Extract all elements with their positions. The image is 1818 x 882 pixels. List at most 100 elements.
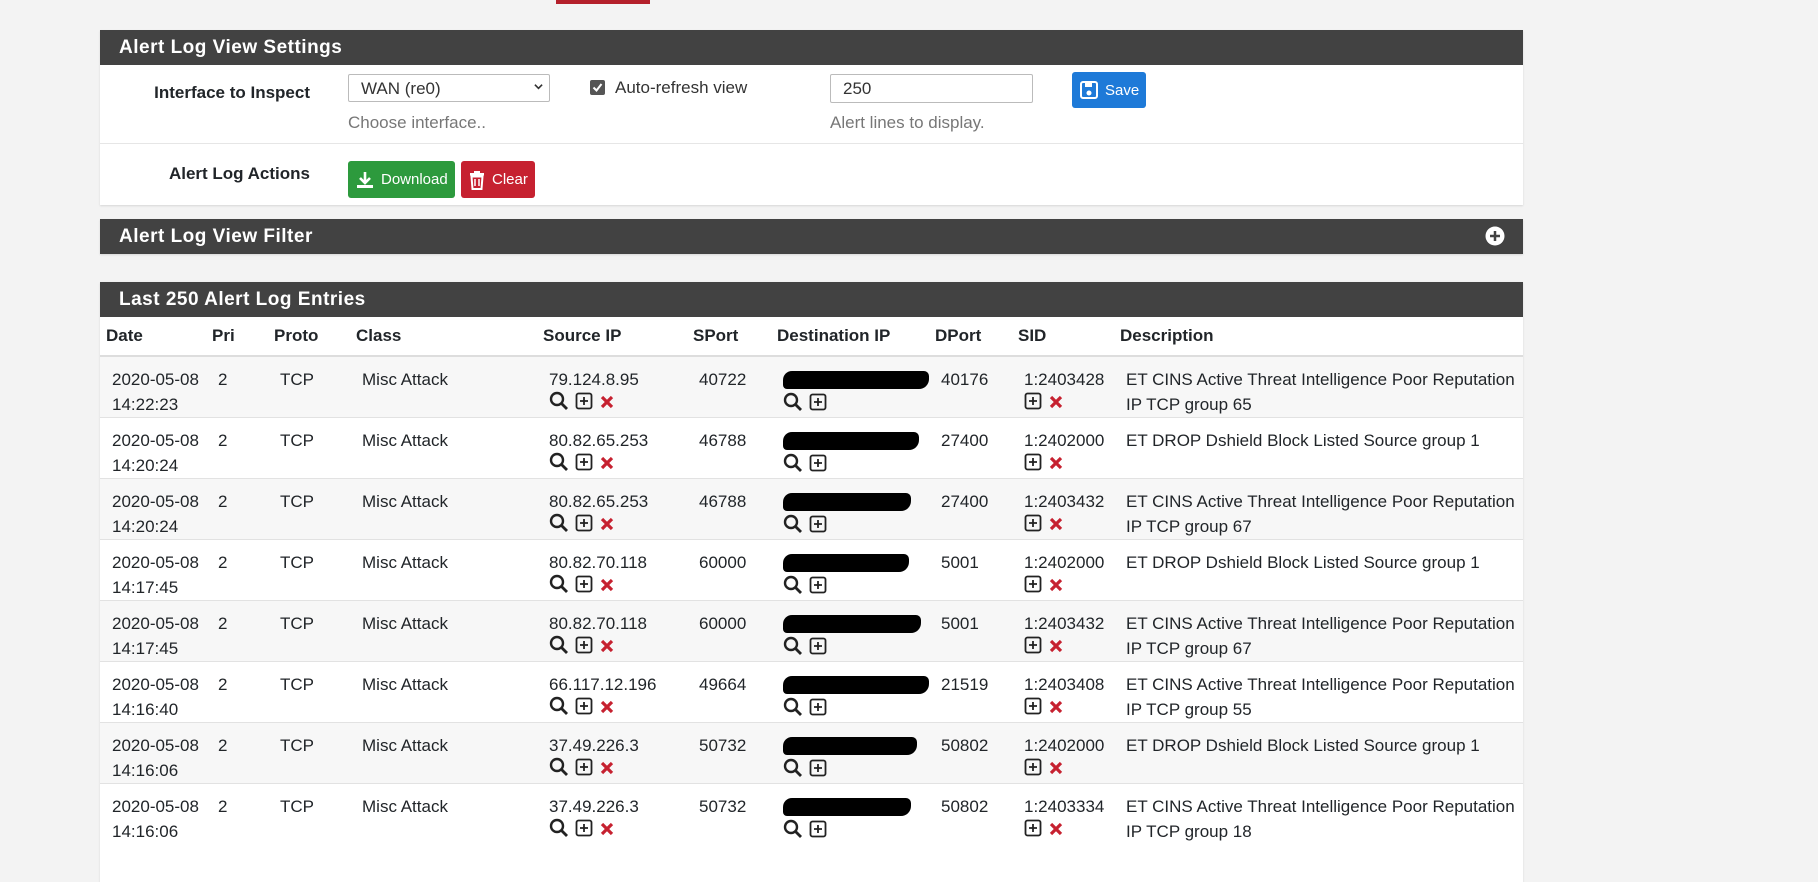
cell-class: Misc Attack bbox=[350, 355, 537, 418]
x-icon[interactable] bbox=[599, 697, 615, 722]
x-icon[interactable] bbox=[599, 575, 615, 600]
plus-square-icon[interactable] bbox=[1024, 392, 1042, 417]
search-icon[interactable] bbox=[549, 635, 569, 662]
source-ip-text: 37.49.226.3 bbox=[549, 736, 639, 755]
search-icon[interactable] bbox=[783, 514, 803, 541]
column-header[interactable]: Date bbox=[100, 317, 206, 357]
column-header[interactable]: Description bbox=[1114, 317, 1523, 357]
plus-square-icon[interactable] bbox=[1024, 575, 1042, 600]
x-icon[interactable] bbox=[1048, 819, 1064, 844]
plus-square-icon[interactable] bbox=[575, 758, 593, 783]
cell-destination-ip bbox=[771, 722, 929, 785]
time-text: 14:20:24 bbox=[112, 456, 179, 475]
column-header[interactable]: Proto bbox=[268, 317, 350, 357]
plus-square-icon[interactable] bbox=[809, 698, 827, 723]
column-header[interactable]: SID bbox=[1012, 317, 1114, 357]
search-icon[interactable] bbox=[549, 818, 569, 845]
x-icon[interactable] bbox=[1048, 697, 1064, 722]
cell-source-ip: 37.49.226.3 bbox=[537, 722, 687, 784]
plus-square-icon[interactable] bbox=[809, 576, 827, 601]
plus-circle-icon[interactable] bbox=[1485, 226, 1505, 246]
search-icon[interactable] bbox=[549, 757, 569, 784]
x-icon[interactable] bbox=[599, 392, 615, 417]
plus-square-icon[interactable] bbox=[1024, 453, 1042, 478]
x-icon[interactable] bbox=[1048, 392, 1064, 417]
description-line1: ET CINS Active Threat Intelligence Poor … bbox=[1126, 614, 1515, 633]
cell-description: ET CINS Active Threat Intelligence Poor … bbox=[1114, 661, 1523, 723]
plus-square-icon[interactable] bbox=[575, 514, 593, 539]
column-header[interactable]: Source IP bbox=[537, 317, 687, 357]
column-header[interactable]: DPort bbox=[929, 317, 1012, 357]
x-icon[interactable] bbox=[1048, 636, 1064, 661]
column-header[interactable]: Destination IP bbox=[771, 317, 929, 357]
cell-sport: 49664 bbox=[687, 661, 771, 723]
download-button[interactable]: Download bbox=[348, 161, 455, 198]
search-icon[interactable] bbox=[783, 575, 803, 602]
cell-source-ip: 66.117.12.196 bbox=[537, 661, 687, 723]
time-text: 14:16:40 bbox=[112, 700, 179, 719]
download-icon bbox=[357, 171, 373, 188]
column-header[interactable]: SPort bbox=[687, 317, 771, 357]
top-tab-accent bbox=[556, 0, 650, 4]
x-icon[interactable] bbox=[599, 514, 615, 539]
search-icon[interactable] bbox=[783, 636, 803, 663]
table-row: 2020-05-08 14:16:06 2 TCP Misc Attack 37.49.2… bbox=[100, 783, 1523, 846]
plus-square-icon[interactable] bbox=[575, 819, 593, 844]
sid-text: 1:2402000 bbox=[1024, 431, 1105, 450]
column-header[interactable]: Pri bbox=[206, 317, 268, 357]
plus-square-icon[interactable] bbox=[1024, 758, 1042, 783]
search-icon[interactable] bbox=[783, 819, 803, 846]
plus-square-icon[interactable] bbox=[575, 453, 593, 478]
x-icon[interactable] bbox=[1048, 758, 1064, 783]
cell-class: Misc Attack bbox=[350, 539, 537, 601]
cell-pri: 2 bbox=[206, 600, 268, 662]
plus-square-icon[interactable] bbox=[809, 454, 827, 479]
x-icon[interactable] bbox=[1048, 575, 1064, 600]
redacted-ip bbox=[783, 676, 929, 694]
plus-square-icon[interactable] bbox=[809, 759, 827, 784]
search-icon[interactable] bbox=[783, 758, 803, 785]
plus-square-icon[interactable] bbox=[1024, 697, 1042, 722]
autorefresh-checkbox[interactable] bbox=[590, 80, 605, 95]
plus-square-icon[interactable] bbox=[575, 636, 593, 661]
plus-square-icon[interactable] bbox=[1024, 819, 1042, 844]
x-icon[interactable] bbox=[1048, 514, 1064, 539]
cell-class: Misc Attack bbox=[350, 783, 537, 844]
search-icon[interactable] bbox=[549, 391, 569, 418]
description-line1: ET CINS Active Threat Intelligence Poor … bbox=[1126, 675, 1515, 694]
x-icon[interactable] bbox=[599, 453, 615, 478]
plus-square-icon[interactable] bbox=[809, 820, 827, 845]
alert-lines-input[interactable]: 250 bbox=[830, 74, 1033, 103]
x-icon[interactable] bbox=[599, 758, 615, 783]
plus-square-icon[interactable] bbox=[809, 637, 827, 662]
plus-square-icon[interactable] bbox=[1024, 514, 1042, 539]
plus-square-icon[interactable] bbox=[575, 392, 593, 417]
cell-sport: 40722 bbox=[687, 355, 771, 418]
search-icon[interactable] bbox=[549, 513, 569, 540]
interface-select[interactable]: WAN (re0) bbox=[348, 74, 550, 102]
save-button[interactable]: Save bbox=[1072, 72, 1147, 108]
date-text: 2020-05-08 bbox=[112, 797, 199, 816]
date-text: 2020-05-08 bbox=[112, 431, 199, 450]
plus-square-icon[interactable] bbox=[575, 575, 593, 600]
search-icon[interactable] bbox=[783, 697, 803, 724]
entries-panel: Last 250 Alert Log Entries Date Pri Prot… bbox=[100, 282, 1523, 882]
x-icon[interactable] bbox=[1048, 453, 1064, 478]
x-icon[interactable] bbox=[599, 636, 615, 661]
search-icon[interactable] bbox=[549, 452, 569, 479]
search-icon[interactable] bbox=[549, 696, 569, 723]
search-icon[interactable] bbox=[783, 453, 803, 480]
plus-square-icon[interactable] bbox=[575, 697, 593, 722]
search-icon[interactable] bbox=[549, 574, 569, 601]
clear-button[interactable]: Clear bbox=[461, 161, 535, 198]
cell-destination-ip bbox=[771, 539, 929, 602]
plus-square-icon[interactable] bbox=[809, 515, 827, 540]
x-icon[interactable] bbox=[599, 819, 615, 844]
description-line1: ET DROP Dshield Block Listed Source grou… bbox=[1126, 553, 1480, 572]
settings-row-actions: Alert Log Actions Download Clear bbox=[100, 144, 1523, 206]
plus-square-icon[interactable] bbox=[809, 393, 827, 418]
column-header[interactable]: Class bbox=[350, 317, 537, 357]
plus-square-icon[interactable] bbox=[1024, 636, 1042, 661]
search-icon[interactable] bbox=[783, 392, 803, 419]
description-line2: IP TCP group 67 bbox=[1126, 639, 1252, 658]
